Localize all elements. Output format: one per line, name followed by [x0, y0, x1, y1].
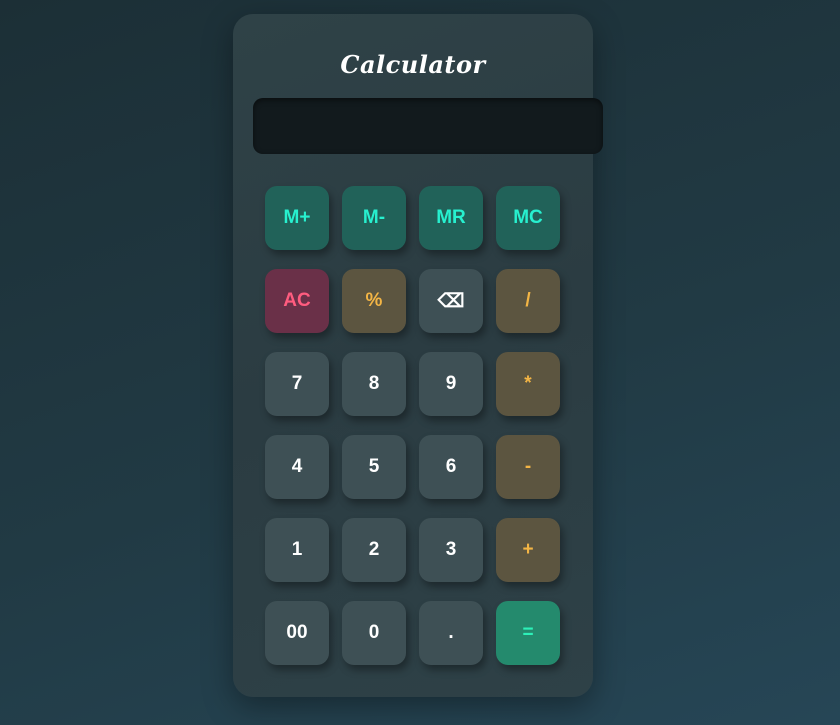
digit-9-button[interactable]: 9	[419, 352, 483, 416]
decimal-button[interactable]: .	[419, 601, 483, 665]
digit-1-button[interactable]: 1	[265, 518, 329, 582]
memory-subtract-button[interactable]: M-	[342, 186, 406, 250]
digit-0-button[interactable]: 0	[342, 601, 406, 665]
digit-5-button[interactable]: 5	[342, 435, 406, 499]
percent-button[interactable]: %	[342, 269, 406, 333]
all-clear-button[interactable]: AC	[265, 269, 329, 333]
subtract-button[interactable]: -	[496, 435, 560, 499]
add-button[interactable]: +	[496, 518, 560, 582]
digit-6-button[interactable]: 6	[419, 435, 483, 499]
memory-recall-button[interactable]: MR	[419, 186, 483, 250]
memory-add-button[interactable]: M+	[265, 186, 329, 250]
backspace-button[interactable]: ⌫	[419, 269, 483, 333]
digit-8-button[interactable]: 8	[342, 352, 406, 416]
double-zero-button[interactable]: 00	[265, 601, 329, 665]
memory-clear-button[interactable]: MC	[496, 186, 560, 250]
calculator-display	[253, 98, 603, 154]
digit-7-button[interactable]: 7	[265, 352, 329, 416]
divide-button[interactable]: /	[496, 269, 560, 333]
digit-3-button[interactable]: 3	[419, 518, 483, 582]
digit-4-button[interactable]: 4	[265, 435, 329, 499]
multiply-button[interactable]: *	[496, 352, 560, 416]
digit-2-button[interactable]: 2	[342, 518, 406, 582]
equals-button[interactable]: =	[496, 601, 560, 665]
keypad: M+ M- MR MC AC% ⌫/ 7 8 9 * 4 5 6- 1 2 3 +00 0. =	[265, 186, 560, 665]
calculator-title: Calculator	[340, 50, 486, 79]
calculator-panel: Calculator M+ M- MR MC AC% ⌫/ 7 8 9 * 4 5 6- 1 2 3 +00 0.…	[233, 14, 603, 697]
